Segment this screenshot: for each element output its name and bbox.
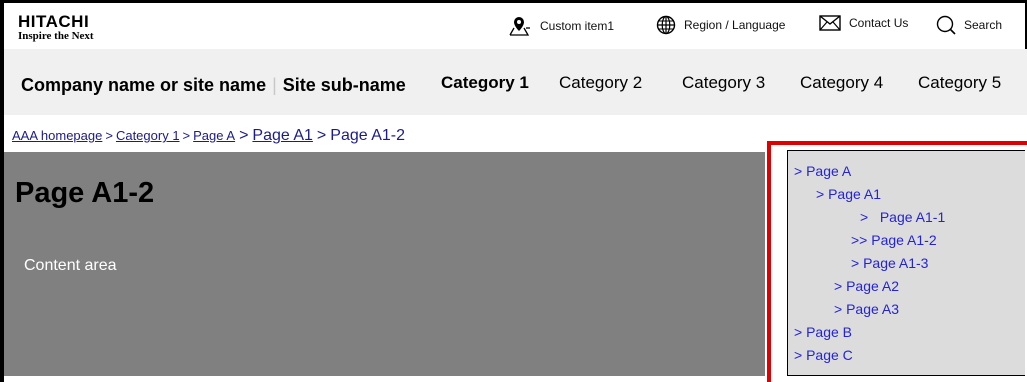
breadcrumb-separator: >	[239, 127, 249, 144]
breadcrumb-separator: >	[316, 127, 327, 144]
sidenav-item-page-b[interactable]: > Page B	[794, 324, 852, 340]
custom-item-link[interactable]: Custom item1	[506, 15, 614, 37]
nav-category-1[interactable]: Category 1	[441, 73, 529, 93]
nav-category-3[interactable]: Category 3	[682, 73, 765, 93]
search-link[interactable]: Search	[936, 15, 1002, 35]
sidenav-item-page-a1-3[interactable]: > Page A1-3	[851, 255, 928, 271]
global-nav: Company name or site name | Site sub-name …	[4, 49, 1027, 115]
sidenav-item-page-a1-1[interactable]: > Page A1-1	[860, 209, 945, 225]
site-subname: Site sub-name	[282, 75, 406, 95]
breadcrumb-separator: >	[182, 128, 191, 143]
sidenav-item-page-a1-2[interactable]: >> Page A1-2	[851, 232, 937, 248]
breadcrumb: AAA homepage > Category 1 > Page A > Page A1 > P…	[12, 127, 405, 145]
breadcrumb-page-a1[interactable]: Page A1	[252, 127, 313, 144]
region-language-link[interactable]: Region / Language	[656, 15, 785, 35]
hitachi-logo[interactable]: HITACHI Inspire the Next	[18, 13, 94, 42]
sidenav-item-page-a[interactable]: > Page A	[794, 163, 851, 179]
contact-us-label: Contact Us	[849, 16, 909, 30]
sidenav-item-page-a3[interactable]: > Page A3	[834, 301, 899, 317]
breadcrumb-current-page: Page A1-2	[330, 127, 405, 144]
content-area: Page A1-2 Content area	[4, 152, 765, 376]
page-title: Page A1-2	[15, 177, 155, 209]
content-placeholder-text: Content area	[24, 257, 117, 274]
site-identity[interactable]: Company name or site name | Site sub-name	[21, 75, 406, 96]
sidenav-item-page-a1[interactable]: > Page A1	[816, 186, 881, 202]
sidenav-item-page-a2[interactable]: > Page A2	[834, 278, 899, 294]
search-label: Search	[964, 18, 1003, 32]
logo-brand: HITACHI	[18, 12, 90, 31]
custom-item-label: Custom item1	[540, 19, 615, 33]
breadcrumb-page-a[interactable]: Page A	[193, 128, 235, 143]
site-name: Company name or site name	[21, 75, 267, 95]
local-nav: > Page A > Page A1 > Page A1-1 >> Page A…	[787, 150, 1025, 376]
search-icon	[936, 15, 956, 35]
region-language-label: Region / Language	[684, 18, 786, 32]
logo-tagline: Inspire the Next	[18, 30, 94, 42]
breadcrumb-category-1[interactable]: Category 1	[116, 128, 180, 143]
contact-us-link[interactable]: Contact Us	[819, 15, 908, 31]
nav-category-4[interactable]: Category 4	[800, 73, 883, 93]
breadcrumb-home[interactable]: AAA homepage	[12, 128, 102, 143]
utility-bar: HITACHI Inspire the Next Custom item1 Re…	[4, 3, 1025, 49]
sidenav-item-page-c[interactable]: > Page C	[794, 347, 853, 363]
site-separator: |	[272, 75, 277, 95]
globe-icon	[656, 15, 676, 35]
mail-icon	[819, 15, 841, 31]
nav-category-5[interactable]: Category 5	[918, 73, 1001, 93]
breadcrumb-separator: >	[105, 128, 113, 143]
nav-category-2[interactable]: Category 2	[559, 73, 642, 93]
location-pin-icon	[506, 15, 532, 37]
